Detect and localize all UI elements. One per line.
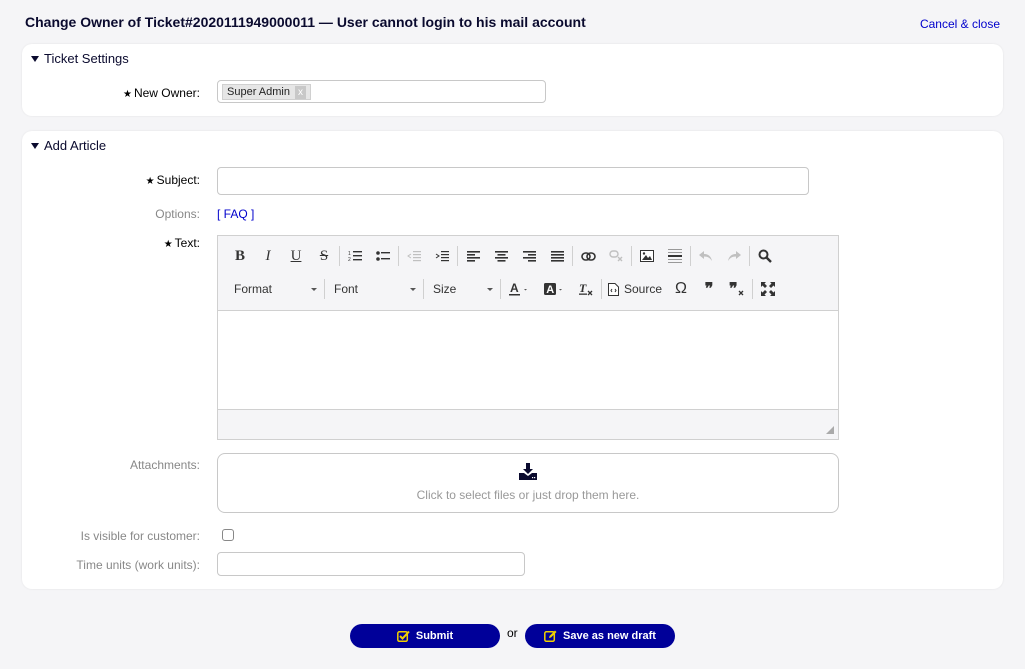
- save-draft-button[interactable]: Save as new draft: [525, 624, 675, 648]
- numbered-list-icon[interactable]: 12: [341, 245, 369, 267]
- submit-button[interactable]: Submit: [350, 624, 500, 648]
- add-article-panel: Add Article ★ Subject: Options: [ FAQ ] ★…: [22, 131, 1003, 589]
- chevron-down-icon: [410, 287, 416, 291]
- new-owner-label: ★ New Owner:: [123, 86, 200, 100]
- blockquote-icon[interactable]: ❞: [695, 278, 723, 300]
- unlink-icon[interactable]: [602, 245, 630, 267]
- justify-icon[interactable]: [543, 245, 571, 267]
- svg-text:A: A: [510, 282, 519, 295]
- remove-blockquote-icon[interactable]: ❞: [723, 278, 751, 300]
- time-units-label: Time units (work units):: [76, 558, 200, 572]
- faq-link[interactable]: [ FAQ ]: [217, 207, 254, 221]
- find-icon[interactable]: [751, 245, 779, 267]
- check-square-icon: [396, 630, 410, 642]
- maximize-icon[interactable]: [754, 278, 782, 300]
- toolbar-separator: [457, 246, 458, 266]
- align-right-icon[interactable]: [515, 245, 543, 267]
- decrease-indent-icon[interactable]: [400, 245, 428, 267]
- toolbar-separator: [601, 279, 602, 299]
- required-star-icon: ★: [163, 239, 173, 250]
- toolbar-separator: [690, 246, 691, 266]
- toolbar-separator: [631, 246, 632, 266]
- editor-body[interactable]: [218, 310, 838, 410]
- options-label: Options:: [155, 207, 200, 221]
- link-icon[interactable]: [574, 245, 602, 267]
- toolbar-separator: [339, 246, 340, 266]
- remove-owner-icon[interactable]: x: [294, 85, 306, 99]
- size-dropdown[interactable]: Size: [425, 278, 499, 300]
- add-article-heading: Add Article: [44, 138, 107, 153]
- remove-format-icon[interactable]: T: [572, 278, 600, 300]
- page-header: Change Owner of Ticket#2020111949000011 …: [25, 13, 1000, 33]
- background-color-icon[interactable]: A: [538, 278, 572, 300]
- editor-toolbar-row-1: B I U S 12: [226, 245, 779, 267]
- required-star-icon: ★: [123, 89, 132, 100]
- horizontal-line-icon[interactable]: [661, 245, 689, 267]
- form-footer: Submit or Save as new draft: [0, 624, 1025, 648]
- or-text: or: [507, 626, 518, 640]
- required-star-icon: ★: [145, 176, 155, 187]
- align-center-icon[interactable]: [487, 245, 515, 267]
- new-owner-field[interactable]: Super Admin x: [217, 80, 546, 103]
- toolbar-separator: [752, 279, 753, 299]
- chevron-down-icon: [311, 287, 317, 291]
- toolbar-separator: [398, 246, 399, 266]
- bold-icon[interactable]: B: [226, 245, 254, 267]
- align-left-icon[interactable]: [459, 245, 487, 267]
- image-icon[interactable]: [633, 245, 661, 267]
- text-label: ★ Text:: [163, 236, 200, 250]
- svg-text:T: T: [579, 282, 587, 295]
- visible-for-customer-label: Is visible for customer:: [80, 529, 200, 543]
- toolbar-separator: [324, 279, 325, 299]
- italic-icon[interactable]: I: [254, 245, 282, 267]
- source-icon: [607, 282, 619, 296]
- toolbar-separator: [572, 246, 573, 266]
- ticket-settings-panel: Ticket Settings ★ New Owner: Super Admin …: [22, 44, 1003, 116]
- rich-text-editor: B I U S 12 Format Font Size A A T Source…: [217, 235, 839, 440]
- toolbar-separator: [500, 279, 501, 299]
- redo-icon[interactable]: [720, 245, 748, 267]
- toolbar-separator: [749, 246, 750, 266]
- text-color-icon[interactable]: A: [502, 278, 538, 300]
- ticket-settings-heading: Ticket Settings: [44, 51, 129, 66]
- collapse-triangle-icon: [31, 142, 39, 149]
- editor-toolbar-row-2: Format Font Size A A T Source Ω ❞ ❞: [226, 278, 782, 300]
- strikethrough-icon[interactable]: S: [310, 245, 338, 267]
- font-dropdown[interactable]: Font: [326, 278, 422, 300]
- ticket-settings-toggle[interactable]: Ticket Settings: [31, 51, 129, 66]
- resize-handle-icon[interactable]: [826, 426, 834, 434]
- subject-input[interactable]: [217, 167, 809, 195]
- bulleted-list-icon[interactable]: [369, 245, 397, 267]
- underline-icon[interactable]: U: [282, 245, 310, 267]
- visible-for-customer-checkbox[interactable]: [222, 529, 234, 541]
- download-tray-icon: [519, 463, 537, 480]
- dropzone-hint: Click to select files or just drop them …: [416, 488, 640, 502]
- toolbar-separator: [423, 279, 424, 299]
- page-title: Change Owner of Ticket#2020111949000011 …: [25, 14, 586, 30]
- svg-text:A: A: [546, 284, 554, 296]
- edit-icon: [544, 630, 557, 642]
- special-char-icon[interactable]: Ω: [667, 278, 695, 300]
- subject-label: ★ Subject:: [145, 173, 200, 187]
- time-units-input[interactable]: [217, 552, 525, 576]
- svg-text:2: 2: [348, 257, 351, 262]
- collapse-triangle-icon: [31, 55, 39, 62]
- undo-icon[interactable]: [692, 245, 720, 267]
- cancel-close-link[interactable]: Cancel & close: [920, 17, 1000, 31]
- svg-text:❞: ❞: [729, 282, 738, 296]
- add-article-toggle[interactable]: Add Article: [31, 138, 106, 153]
- owner-tag: Super Admin x: [222, 84, 311, 100]
- increase-indent-icon[interactable]: [428, 245, 456, 267]
- attachments-label: Attachments:: [129, 458, 200, 472]
- chevron-down-icon: [487, 287, 493, 291]
- format-dropdown[interactable]: Format: [226, 278, 323, 300]
- attachment-dropzone[interactable]: Click to select files or just drop them …: [217, 453, 839, 513]
- source-button[interactable]: Source: [603, 278, 667, 300]
